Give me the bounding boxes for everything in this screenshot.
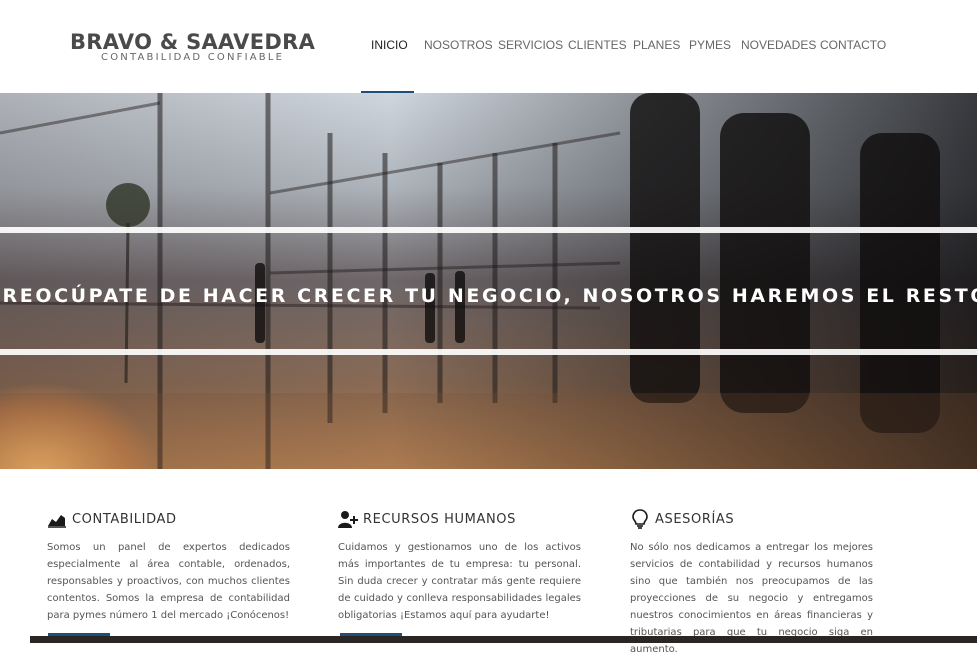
site-header: BRAVO & SAAVEDRA CONTABILIDAD CONFIABLE … bbox=[0, 0, 977, 94]
service-contabilidad: CONTABILIDAD Somos un panel de expertos … bbox=[47, 508, 290, 624]
area-chart-icon bbox=[48, 515, 66, 528]
service-title: ASESORÍAS bbox=[655, 511, 735, 527]
nav-item-servicios[interactable]: SERVICIOS bbox=[498, 38, 563, 52]
hero-slogan: PREOCÚPATE DE HACER CRECER TU NEGOCIO, N… bbox=[0, 285, 977, 307]
hero-background-image bbox=[0, 93, 977, 469]
brand-logo[interactable]: BRAVO & SAAVEDRA CONTABILIDAD CONFIABLE bbox=[70, 31, 315, 63]
nav-item-clientes[interactable]: CLIENTES bbox=[568, 38, 627, 52]
nav-item-planes[interactable]: PLANES bbox=[633, 38, 680, 52]
nav-item-inicio[interactable]: INICIO bbox=[371, 38, 408, 52]
nav-item-novedades[interactable]: NOVEDADES bbox=[741, 38, 816, 52]
service-recursos-humanos: RECURSOS HUMANOS Cuidamos y gestionamos … bbox=[338, 508, 581, 624]
service-description: Somos un panel de expertos dedicados esp… bbox=[47, 542, 290, 621]
service-title: RECURSOS HUMANOS bbox=[363, 511, 516, 527]
hero-band-top bbox=[0, 227, 977, 233]
brand-tagline: CONTABILIDAD CONFIABLE bbox=[101, 52, 285, 63]
lightbulb-icon bbox=[632, 509, 648, 529]
nav-item-pymes[interactable]: PYMES bbox=[689, 38, 731, 52]
service-title: CONTABILIDAD bbox=[72, 511, 177, 527]
service-description: Cuidamos y gestionamos uno de los activo… bbox=[338, 542, 581, 621]
add-user-icon bbox=[338, 511, 358, 528]
hero-band-bottom bbox=[0, 349, 977, 355]
brand-name: BRAVO & SAAVEDRA bbox=[70, 30, 316, 54]
nav-item-nosotros[interactable]: NOSOTROS bbox=[424, 38, 493, 52]
footer-image-strip bbox=[30, 636, 977, 643]
nav-item-contacto[interactable]: CONTACTO bbox=[820, 38, 886, 52]
hero-slider[interactable]: PREOCÚPATE DE HACER CRECER TU NEGOCIO, N… bbox=[0, 93, 977, 469]
